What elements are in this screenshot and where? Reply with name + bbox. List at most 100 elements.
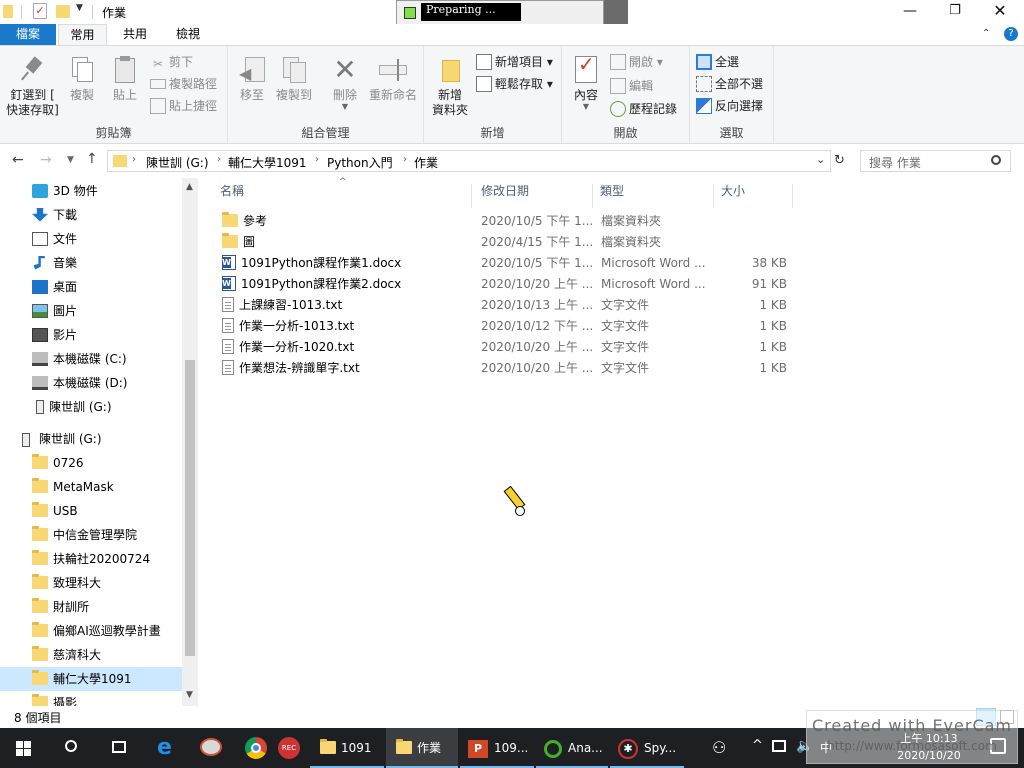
scroll-up-icon[interactable]: ▲ — [186, 182, 193, 192]
nav-item[interactable]: 文件 — [32, 227, 77, 251]
nav-folder-item[interactable]: USB — [32, 499, 78, 523]
file-row[interactable]: 上課練習-1013.txt 2020/10/13 上午 ... 文字文件 1 KB — [218, 295, 818, 316]
select-all-button[interactable]: 全選 — [696, 52, 739, 72]
paint-app-button[interactable] — [190, 728, 234, 768]
column-header-size[interactable]: 大小 — [715, 184, 793, 208]
taskbar-app-explorer-assignments[interactable]: 作業 — [386, 728, 458, 768]
word-document-icon — [222, 276, 236, 291]
nav-folder-item[interactable]: 扶輪社20200724 — [32, 547, 150, 571]
minimize-button[interactable]: — — [895, 3, 925, 21]
recent-dropdown-icon[interactable]: ▼ — [67, 155, 74, 165]
file-row[interactable]: 作業想法-辨識單字.txt 2020/10/20 上午 ... 文字文件 1 KB — [218, 358, 818, 379]
search-taskbar-button[interactable] — [48, 728, 96, 768]
copy-to-button[interactable]: 複製到 — [274, 54, 314, 103]
nav-item[interactable]: 圖片 — [32, 299, 77, 323]
edit-button[interactable]: 編輯 — [610, 76, 653, 96]
scroll-thumb[interactable] — [185, 360, 195, 656]
taskbar-app-anaconda[interactable]: Ana... — [536, 728, 608, 768]
breadcrumb-python[interactable]: Python入門 — [327, 154, 393, 171]
people-icon[interactable]: ⚇ — [712, 738, 726, 757]
back-button[interactable]: ← — [12, 152, 24, 168]
file-row[interactable]: 1091Python課程作業1.docx 2020/10/5 下午 1... Mic… — [218, 253, 818, 274]
collapse-ribbon-icon[interactable]: ⌃ — [982, 28, 990, 39]
taskbar-app-explorer-1091[interactable]: 1091 — [310, 728, 384, 768]
network-icon[interactable] — [772, 740, 786, 752]
tab-file[interactable]: 檔案 — [0, 24, 56, 45]
nav-item[interactable]: 桌面 — [32, 275, 77, 299]
open-button[interactable]: 開啟 ▾ — [610, 52, 663, 72]
nav-item[interactable]: 本機磁碟 (C:) — [32, 347, 127, 371]
edge-button[interactable]: e — [144, 728, 190, 768]
nav-item[interactable]: 陳世訓 (G:) — [32, 395, 112, 419]
scroll-down-icon[interactable]: ▼ — [186, 690, 193, 700]
file-row[interactable]: 作業一分析-1020.txt 2020/10/20 上午 ... 文字文件 1 KB — [218, 337, 818, 358]
nav-item[interactable]: 音樂 — [32, 251, 77, 275]
file-row[interactable]: 參考 2020/10/5 下午 1... 檔案資料夾 — [218, 211, 818, 232]
properties-check-icon[interactable]: ✓ — [33, 3, 47, 19]
address-dropdown-icon[interactable]: ⌄ — [816, 153, 825, 166]
nav-folder-item[interactable]: 慈濟科大 — [32, 643, 101, 667]
move-to-button[interactable]: ◀ 移至 — [234, 54, 270, 103]
tab-home[interactable]: 常用 — [58, 24, 107, 45]
pin-quick-access-button[interactable]: 釘選到 [ 快速存取] — [5, 54, 60, 118]
easy-access-button[interactable]: 輕鬆存取 ▾ — [476, 74, 553, 94]
column-header-modified[interactable]: 修改日期 — [475, 184, 593, 208]
cut-button[interactable]: ✂ 剪下 — [150, 52, 193, 72]
taskbar-app-powerpoint[interactable]: P 109... — [460, 728, 534, 768]
rename-button[interactable]: 重新命名 — [366, 54, 420, 103]
refresh-button[interactable]: ↻ — [834, 153, 845, 168]
copy-path-button[interactable]: 複製路徑 — [150, 74, 217, 94]
breadcrumb-drive[interactable]: 陳世訓 (G:) — [146, 154, 209, 171]
nav-folder-item[interactable]: 0726 — [32, 451, 84, 475]
select-none-button[interactable]: 全部不選 — [696, 74, 763, 94]
nav-folder-item[interactable]: 中信金管理學院 — [32, 523, 137, 547]
quick-access-folder-icon[interactable] — [3, 5, 13, 18]
new-item-button[interactable]: 新增項目 ▾ — [476, 52, 553, 72]
tab-view[interactable]: 檢視 — [163, 24, 213, 45]
file-row[interactable]: 作業一分析-1013.txt 2020/10/12 下午 ... 文字文件 1 KB — [218, 316, 818, 337]
breadcrumb-current[interactable]: 作業 — [414, 154, 438, 171]
forward-button[interactable]: → — [40, 152, 52, 168]
nav-drive-root[interactable]: 陳世訓 (G:) — [18, 427, 102, 451]
copy-button[interactable]: 複製 — [62, 54, 102, 103]
taskbar-app-spyder[interactable]: ✱ Spy... — [610, 728, 684, 768]
nav-folder-item[interactable]: 偏鄉AI巡迴教學計畫 — [32, 619, 161, 643]
help-icon[interactable]: ? — [1004, 27, 1018, 41]
nav-item[interactable]: 影片 — [32, 323, 77, 347]
nav-folder-item[interactable]: MetaMask — [32, 475, 114, 499]
maximize-button[interactable]: ❐ — [940, 3, 970, 21]
close-button[interactable]: ✕ — [985, 1, 1015, 21]
paste-shortcut-button[interactable]: 貼上捷徑 — [150, 96, 217, 116]
properties-button[interactable]: ✓ 內容 ▼ — [568, 54, 604, 111]
customize-dropdown-icon[interactable]: ▼ — [76, 3, 83, 13]
tray-chevron-icon[interactable]: ^ — [752, 738, 763, 753]
nav-item[interactable]: 下載 — [32, 203, 77, 227]
file-row[interactable]: 圖 2020/4/15 下午 1... 檔案資料夾 — [218, 232, 818, 253]
new-folder-button[interactable]: 新增 資料夾 — [428, 54, 472, 118]
nav-folder-item[interactable]: 致理科大 — [32, 571, 101, 595]
recorder-app-button[interactable]: REC — [278, 728, 308, 768]
nav-scrollbar[interactable]: ▲ ▼ — [182, 178, 198, 706]
file-modified: 2020/10/20 上午 ... — [481, 277, 593, 291]
delete-button[interactable]: ✕ 刪除 ▼ — [328, 54, 362, 111]
column-header-type[interactable]: 類型 — [594, 184, 714, 208]
nav-folder-item[interactable]: 輔仁大學1091 — [0, 667, 182, 691]
paste-button[interactable]: 貼上 — [105, 54, 145, 103]
nav-folder-item[interactable]: 財訓所 — [32, 595, 89, 619]
invert-selection-button[interactable]: 反向選擇 — [696, 96, 763, 116]
file-row[interactable]: 1091Python課程作業2.docx 2020/10/20 上午 ... Mic… — [218, 274, 818, 295]
breadcrumb-university[interactable]: 輔仁大學1091 — [228, 154, 307, 171]
new-folder-quick-icon[interactable] — [56, 5, 70, 18]
task-view-button[interactable] — [96, 728, 144, 768]
up-button[interactable]: ↑ — [86, 151, 98, 167]
tab-share[interactable]: 共用 — [110, 24, 160, 45]
start-button[interactable] — [0, 728, 48, 768]
chrome-button[interactable] — [234, 728, 278, 768]
history-button[interactable]: 歷程記錄 — [610, 99, 677, 119]
text-file-icon — [222, 318, 234, 333]
nav-item[interactable]: 本機磁碟 (D:) — [32, 371, 127, 395]
nav-item[interactable]: 3D 物件 — [32, 179, 98, 203]
search-input[interactable]: 搜尋 作業 — [860, 150, 1011, 172]
column-header-name[interactable]: 名稱 — [214, 184, 472, 208]
address-bar[interactable]: › 陳世訓 (G:) › 輔仁大學1091 › Python入門 › 作業 ⌄ — [107, 150, 831, 172]
